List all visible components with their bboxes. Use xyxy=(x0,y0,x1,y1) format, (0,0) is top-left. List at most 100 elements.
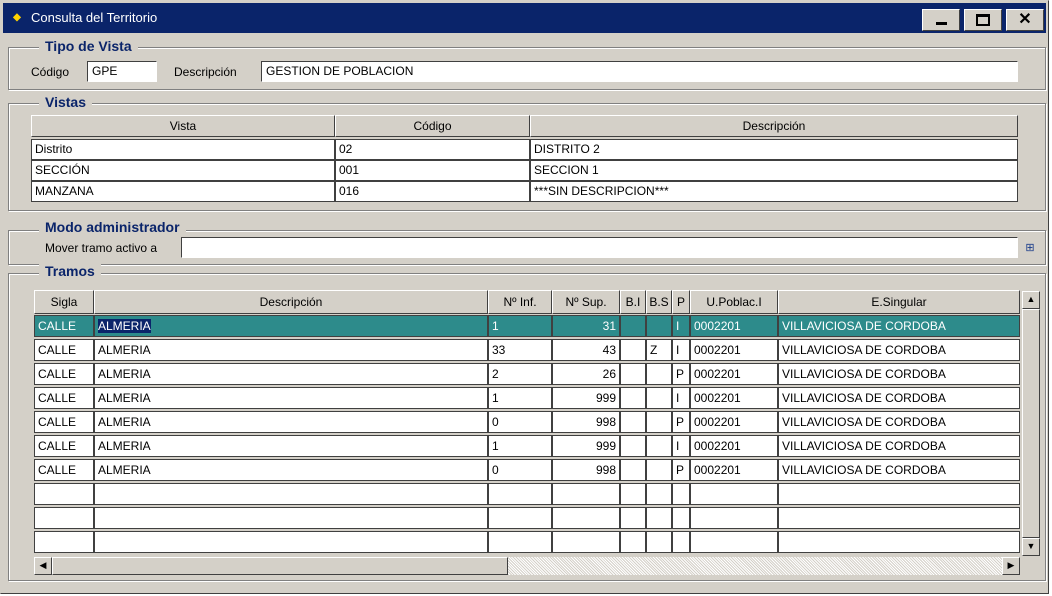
tramos-cell[interactable] xyxy=(778,507,1020,529)
tramos-cell[interactable]: ALMERIA xyxy=(94,339,488,361)
vertical-scroll-thumb[interactable] xyxy=(1022,309,1040,538)
tramos-header-1[interactable]: Descripción xyxy=(94,290,488,314)
tramos-cell[interactable]: ALMERIA xyxy=(94,363,488,385)
tramos-cell[interactable] xyxy=(646,363,672,385)
tramos-cell[interactable]: 998 xyxy=(552,411,620,433)
title-bar[interactable]: ◆ Consulta del Territorio ✕ xyxy=(3,3,1046,33)
tramos-cell[interactable] xyxy=(620,339,646,361)
tramos-cell[interactable]: I xyxy=(672,435,690,457)
tramos-cell[interactable]: ALMERIA xyxy=(94,459,488,481)
tramos-header-2[interactable]: Nº Inf. xyxy=(488,290,552,314)
tramos-cell[interactable]: CALLE xyxy=(34,459,94,481)
tramos-cell[interactable]: CALLE xyxy=(34,411,94,433)
tramos-cell[interactable] xyxy=(778,531,1020,553)
tramos-cell[interactable] xyxy=(690,483,778,505)
scroll-down-button[interactable]: ▼ xyxy=(1022,538,1040,556)
tramos-cell[interactable]: VILLAVICIOSA DE CORDOBA xyxy=(778,387,1020,409)
tramos-cell[interactable]: VILLAVICIOSA DE CORDOBA xyxy=(778,435,1020,457)
tramos-cell[interactable]: ALMERIA xyxy=(94,315,488,337)
scroll-right-button[interactable]: ▶ xyxy=(1002,557,1020,575)
tramos-cell[interactable] xyxy=(646,411,672,433)
tramos-cell[interactable] xyxy=(620,531,646,553)
tramos-cell[interactable]: P xyxy=(672,459,690,481)
tramos-cell[interactable]: ALMERIA xyxy=(94,387,488,409)
tramos-cell[interactable]: VILLAVICIOSA DE CORDOBA xyxy=(778,363,1020,385)
vistas-cell[interactable]: SECCIÓN xyxy=(31,160,335,181)
scroll-left-button[interactable]: ◀ xyxy=(34,557,52,575)
tramos-cell[interactable] xyxy=(646,507,672,529)
tramos-cell[interactable]: 999 xyxy=(552,387,620,409)
tramos-cell[interactable]: CALLE xyxy=(34,339,94,361)
tramos-cell[interactable] xyxy=(646,459,672,481)
tramos-cell[interactable] xyxy=(552,507,620,529)
tramos-cell[interactable] xyxy=(646,435,672,457)
tramos-cell[interactable]: 1 xyxy=(488,435,552,457)
tramos-cell[interactable] xyxy=(620,387,646,409)
tramos-cell[interactable]: I xyxy=(672,387,690,409)
tramos-cell[interactable] xyxy=(34,507,94,529)
tramos-cell[interactable] xyxy=(488,507,552,529)
tramos-cell[interactable] xyxy=(620,483,646,505)
tramos-cell[interactable] xyxy=(620,315,646,337)
tramos-header-8[interactable]: E.Singular xyxy=(778,290,1020,314)
tramos-cell[interactable]: CALLE xyxy=(34,315,94,337)
tramos-cell[interactable] xyxy=(672,531,690,553)
tramos-header-4[interactable]: B.I xyxy=(620,290,646,314)
tramos-header-3[interactable]: Nº Sup. xyxy=(552,290,620,314)
tramos-cell[interactable]: VILLAVICIOSA DE CORDOBA xyxy=(778,411,1020,433)
tramos-cell[interactable] xyxy=(34,483,94,505)
tramos-cell[interactable]: 998 xyxy=(552,459,620,481)
tramos-header-6[interactable]: P xyxy=(672,290,690,314)
tramos-cell[interactable]: I xyxy=(672,339,690,361)
minimize-button[interactable] xyxy=(922,9,960,31)
tramos-cell[interactable]: 0002201 xyxy=(690,363,778,385)
tramos-cell[interactable] xyxy=(620,507,646,529)
tramos-cell[interactable] xyxy=(488,483,552,505)
tramos-cell[interactable] xyxy=(94,507,488,529)
tramos-cell[interactable] xyxy=(646,531,672,553)
tramos-cell[interactable] xyxy=(778,483,1020,505)
vistas-cell[interactable]: 02 xyxy=(335,139,530,160)
close-button[interactable]: ✕ xyxy=(1006,9,1044,31)
horizontal-scroll-thumb[interactable] xyxy=(52,557,508,575)
scroll-up-button[interactable]: ▲ xyxy=(1022,291,1040,309)
tramos-cell[interactable]: 0 xyxy=(488,459,552,481)
tramos-cell[interactable]: 999 xyxy=(552,435,620,457)
descripcion-field[interactable]: GESTION DE POBLACION xyxy=(261,61,1018,82)
tramos-header-5[interactable]: B.S xyxy=(646,290,672,314)
vistas-cell[interactable]: MANZANA xyxy=(31,181,335,202)
tramos-cell[interactable] xyxy=(488,531,552,553)
tramos-cell[interactable] xyxy=(672,483,690,505)
tramos-cell[interactable] xyxy=(620,459,646,481)
tramos-cell[interactable]: 0002201 xyxy=(690,339,778,361)
tramos-cell[interactable]: I xyxy=(672,315,690,337)
tramos-cell[interactable] xyxy=(690,531,778,553)
tramos-cell[interactable]: VILLAVICIOSA DE CORDOBA xyxy=(778,339,1020,361)
maximize-button[interactable] xyxy=(964,9,1002,31)
vistas-cell[interactable]: DISTRITO 2 xyxy=(530,139,1018,160)
tramos-cell[interactable]: 1 xyxy=(488,315,552,337)
tramos-cell[interactable]: 0002201 xyxy=(690,315,778,337)
tramos-header-0[interactable]: Sigla xyxy=(34,290,94,314)
vistas-cell[interactable]: Distrito xyxy=(31,139,335,160)
vistas-cell[interactable]: ***SIN DESCRIPCION*** xyxy=(530,181,1018,202)
tramos-cell[interactable]: P xyxy=(672,411,690,433)
tramos-cell[interactable] xyxy=(94,483,488,505)
tramos-cell[interactable]: 26 xyxy=(552,363,620,385)
tramos-cell[interactable]: CALLE xyxy=(34,435,94,457)
tramos-cell[interactable]: 1 xyxy=(488,387,552,409)
mover-tramo-input[interactable] xyxy=(181,237,1018,258)
tramos-cell[interactable] xyxy=(552,483,620,505)
tramos-cell[interactable] xyxy=(620,363,646,385)
tramos-cell[interactable]: 43 xyxy=(552,339,620,361)
tramos-cell[interactable] xyxy=(646,387,672,409)
tramos-cell[interactable]: 0002201 xyxy=(690,459,778,481)
tramos-cell[interactable]: 0 xyxy=(488,411,552,433)
vistas-cell[interactable]: 001 xyxy=(335,160,530,181)
tree-view-button[interactable]: ⊞ xyxy=(1020,237,1040,259)
tramos-cell[interactable]: CALLE xyxy=(34,387,94,409)
tramos-cell[interactable] xyxy=(34,531,94,553)
tramos-cell[interactable]: ALMERIA xyxy=(94,435,488,457)
tramos-cell[interactable]: 2 xyxy=(488,363,552,385)
tramos-cell[interactable] xyxy=(646,483,672,505)
